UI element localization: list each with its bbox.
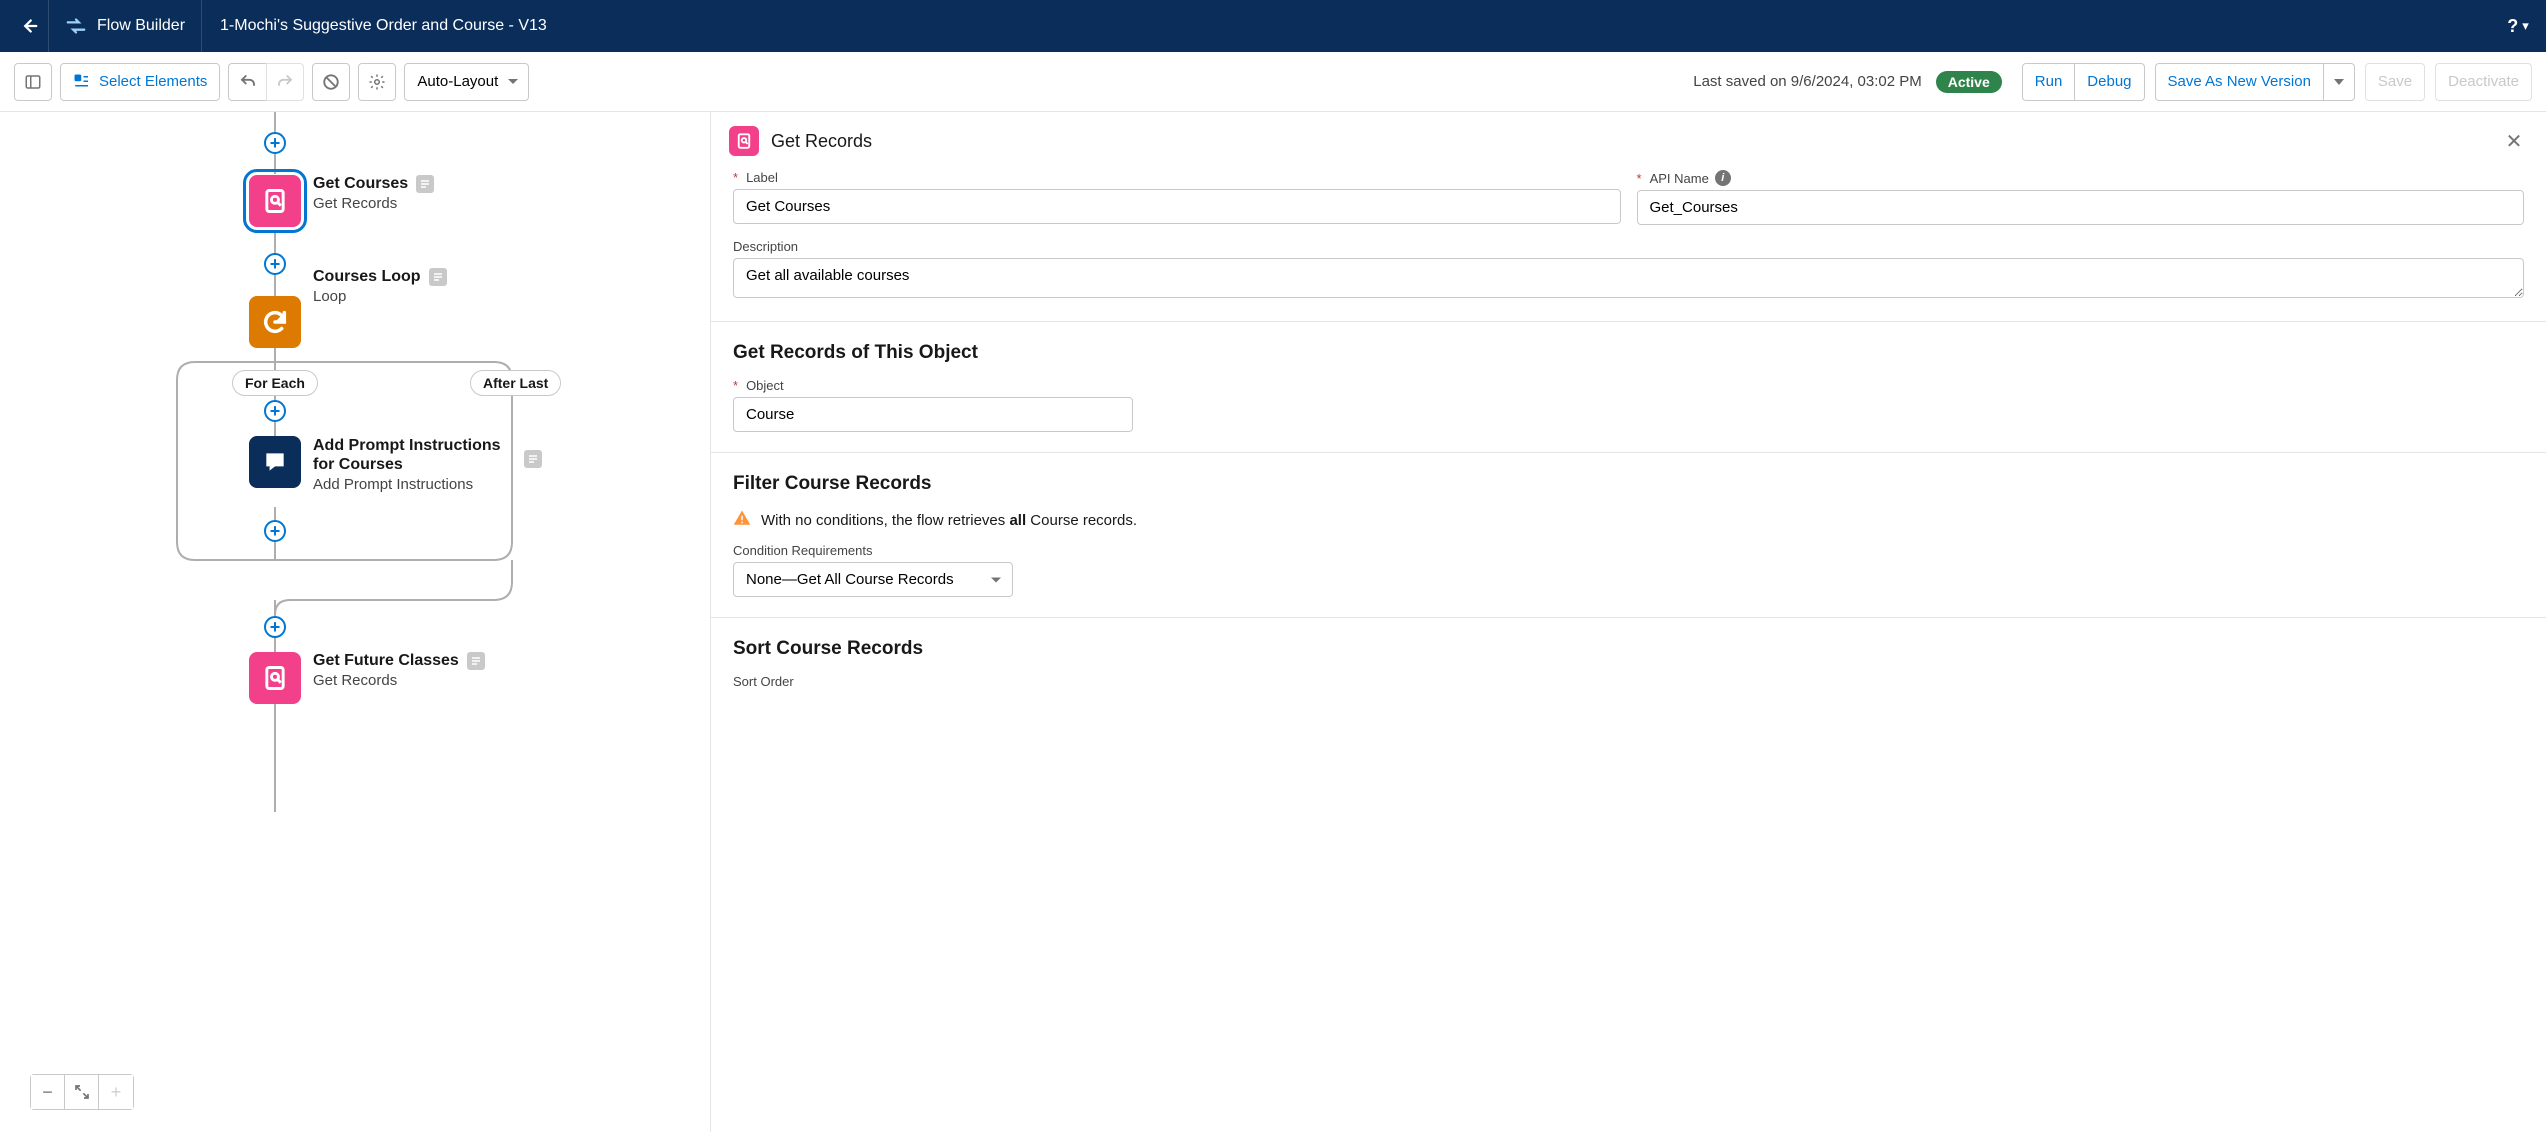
- zoom-fit-button[interactable]: [65, 1075, 99, 1109]
- flow-title: 1-Mochi's Suggestive Order and Course - …: [201, 0, 565, 52]
- zoom-in-button[interactable]: +: [99, 1075, 133, 1109]
- panel-toggle-button[interactable]: [14, 63, 52, 101]
- branch-label-for-each: For Each: [232, 370, 318, 396]
- settings-button[interactable]: [358, 63, 396, 101]
- api-name-input[interactable]: [1637, 190, 2525, 225]
- prompt-icon: [249, 436, 301, 488]
- back-button[interactable]: [8, 6, 48, 46]
- app-header: Flow Builder 1-Mochi's Suggestive Order …: [0, 0, 2546, 52]
- section-sort-title: Sort Course Records: [733, 638, 2524, 660]
- redo-button[interactable]: [266, 63, 304, 101]
- filter-warning: With no conditions, the flow retrieves a…: [733, 509, 2524, 531]
- get-records-icon: [249, 652, 301, 704]
- node-subtitle: Get Records: [313, 195, 434, 212]
- deactivate-button[interactable]: Deactivate: [2435, 63, 2532, 101]
- description-field-label: Description: [733, 239, 2524, 254]
- node-title: Add Prompt Instructions for Courses: [313, 436, 523, 474]
- info-icon[interactable]: i: [1715, 170, 1731, 186]
- add-element-button[interactable]: +: [264, 400, 286, 422]
- node-subtitle: Add Prompt Instructions: [313, 476, 523, 493]
- node-title: Get Future Classes: [313, 652, 459, 670]
- layout-mode-dropdown[interactable]: Auto-Layout: [404, 63, 529, 101]
- undo-redo-group: [228, 63, 304, 101]
- save-button[interactable]: Save: [2365, 63, 2425, 101]
- debug-button[interactable]: Debug: [2074, 63, 2144, 101]
- zoom-out-button[interactable]: −: [31, 1075, 65, 1109]
- node-get-courses[interactable]: Get Courses Get Records: [249, 175, 434, 227]
- api-name-field-label: *API Name i: [1637, 170, 2525, 186]
- object-field-label: *Object: [733, 378, 1133, 393]
- label-field-label: *Label: [733, 170, 1621, 185]
- get-records-icon: [249, 175, 301, 227]
- warning-icon: [733, 509, 751, 531]
- condition-req-label: Condition Requirements: [733, 543, 2524, 558]
- description-icon: [524, 450, 542, 468]
- add-element-button[interactable]: +: [264, 132, 286, 154]
- no-entry-button[interactable]: [312, 63, 350, 101]
- help-button[interactable]: ? ▾: [2498, 6, 2538, 46]
- node-title: Courses Loop: [313, 268, 421, 286]
- flow-canvas[interactable]: + + + + + For Each After Last Get Course…: [0, 112, 710, 1132]
- node-title: Get Courses: [313, 175, 408, 193]
- add-element-button[interactable]: +: [264, 253, 286, 275]
- loop-icon: [249, 296, 301, 348]
- sort-order-label: Sort Order: [733, 674, 2524, 689]
- status-badge: Active: [1936, 71, 2002, 93]
- node-subtitle: Get Records: [313, 672, 485, 689]
- label-input[interactable]: [733, 189, 1621, 224]
- app-name: Flow Builder: [97, 17, 185, 35]
- app-switcher[interactable]: Flow Builder: [48, 0, 201, 52]
- get-records-icon: [729, 126, 759, 156]
- undo-button[interactable]: [228, 63, 266, 101]
- object-input[interactable]: [733, 397, 1133, 432]
- condition-req-select[interactable]: [733, 562, 1013, 597]
- select-elements-button[interactable]: Select Elements: [60, 63, 220, 101]
- branch-label-after-last: After Last: [470, 370, 561, 396]
- section-object-title: Get Records of This Object: [733, 342, 2524, 364]
- description-icon: [467, 652, 485, 670]
- add-element-button[interactable]: +: [264, 616, 286, 638]
- toolbar: Select Elements Auto-Layout Last saved o…: [0, 52, 2546, 112]
- section-filter-title: Filter Course Records: [733, 473, 2524, 495]
- node-get-future-classes[interactable]: Get Future Classes Get Records: [249, 652, 485, 704]
- save-as-new-button[interactable]: Save As New Version: [2155, 63, 2323, 101]
- description-textarea[interactable]: [733, 258, 2524, 298]
- node-add-prompt[interactable]: Add Prompt Instructions for Courses Add …: [249, 436, 549, 493]
- node-subtitle: Loop: [313, 288, 447, 305]
- save-as-new-caret[interactable]: [2323, 63, 2355, 101]
- description-icon: [429, 268, 447, 286]
- panel-title: Get Records: [771, 131, 2488, 152]
- description-icon: [416, 175, 434, 193]
- node-courses-loop[interactable]: Courses Loop Loop: [249, 296, 447, 348]
- run-button[interactable]: Run: [2022, 63, 2075, 101]
- close-panel-button[interactable]: ✕: [2500, 127, 2528, 155]
- last-saved-text: Last saved on 9/6/2024, 03:02 PM: [1693, 73, 1922, 90]
- add-element-button[interactable]: +: [264, 520, 286, 542]
- property-panel: Get Records ✕ *Label *API Name i Descrip…: [710, 112, 2546, 1132]
- zoom-controls: − +: [30, 1074, 134, 1110]
